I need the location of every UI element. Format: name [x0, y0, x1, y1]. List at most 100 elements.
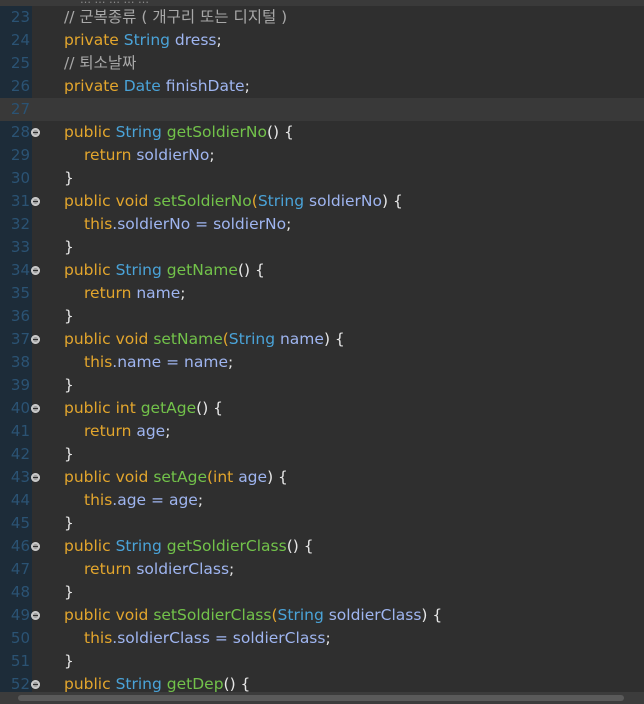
fold-collapse-icon[interactable]	[31, 335, 40, 344]
code-token: void	[115, 468, 154, 486]
code-line[interactable]: 39}	[0, 374, 644, 397]
code-token: .name =	[112, 353, 185, 371]
code-text: private String dress;	[64, 29, 222, 52]
code-line[interactable]: 24 private String dress;	[0, 29, 644, 52]
code-token: // 군복종류 ( 개구리 또는 디지털 )	[64, 8, 288, 26]
code-line[interactable]: 45}	[0, 512, 644, 535]
code-token: private	[64, 31, 124, 49]
fold-collapse-icon[interactable]	[31, 542, 40, 551]
code-line[interactable]: 47 return soldierClass;	[0, 558, 644, 581]
code-token: this	[84, 215, 113, 233]
line-number: 52	[10, 675, 30, 692]
scrollbar-thumb[interactable]	[18, 695, 624, 701]
fold-collapse-icon[interactable]	[31, 680, 40, 689]
code-line[interactable]: 23 // 군복종류 ( 개구리 또는 디지털 )	[0, 6, 644, 29]
code-text: public String getSoldierClass() {	[64, 535, 314, 558]
line-number: 32	[10, 215, 30, 233]
code-token: public	[64, 261, 116, 279]
code-token: }	[64, 376, 74, 394]
code-lines: 23 // 군복종류 ( 개구리 또는 디지털 ) 24 private String…	[0, 6, 644, 692]
line-number: 38	[10, 353, 30, 371]
code-token: age	[238, 468, 268, 486]
code-token: ) {	[323, 330, 345, 348]
code-text: public int getAge() {	[64, 397, 223, 420]
code-token: soldierNo	[309, 192, 383, 210]
line-number: 50	[10, 629, 30, 647]
code-token: finishDate	[165, 77, 245, 95]
code-token: public	[64, 399, 116, 417]
code-token: ;	[216, 31, 222, 49]
line-number: 47	[10, 560, 30, 578]
code-line[interactable]: 37 public void setName(String name) {	[0, 328, 644, 351]
line-number: 39	[10, 376, 30, 394]
code-text: public String getSoldierNo() {	[64, 121, 294, 144]
code-line[interactable]: 50 this.soldierClass = soldierClass;	[0, 627, 644, 650]
code-token: public	[64, 192, 116, 210]
code-token: void	[115, 606, 154, 624]
code-token: getSoldierNo	[166, 123, 267, 141]
code-line[interactable]: 25 // 퇴소날짜	[0, 52, 644, 75]
code-token: // 퇴소날짜	[64, 54, 137, 72]
code-text: // 퇴소날짜	[64, 52, 136, 75]
line-number: 33	[10, 238, 30, 256]
code-token: () {	[266, 123, 294, 141]
code-text: private Date finishDate;	[64, 75, 250, 98]
code-token: String	[115, 123, 167, 141]
code-line[interactable]: 29 return soldierNo;	[0, 144, 644, 167]
code-text: this.age = age;	[84, 489, 203, 512]
code-line[interactable]: 41 return age;	[0, 420, 644, 443]
code-line[interactable]: 44 this.age = age;	[0, 489, 644, 512]
code-line[interactable]: 40 public int getAge() {	[0, 397, 644, 420]
line-number: 29	[10, 146, 30, 164]
line-number: 24	[10, 31, 30, 49]
code-line[interactable]: 38 this.name = name;	[0, 351, 644, 374]
code-token: ;	[244, 77, 250, 95]
code-line[interactable]: 36}	[0, 305, 644, 328]
code-line[interactable]: 33}	[0, 236, 644, 259]
code-token: ;	[325, 629, 331, 647]
code-token: }	[64, 583, 74, 601]
code-token: public	[64, 606, 116, 624]
code-token: public	[64, 330, 116, 348]
code-token: this	[84, 353, 113, 371]
code-line[interactable]: 51}	[0, 650, 644, 673]
code-line[interactable]: 46 public String getSoldierClass() {	[0, 535, 644, 558]
code-token: String	[115, 537, 167, 555]
code-token: String	[123, 31, 175, 49]
fold-collapse-icon[interactable]	[31, 128, 40, 137]
code-token: ) {	[382, 192, 403, 210]
code-line[interactable]: 48}	[0, 581, 644, 604]
code-line[interactable]: 43 public void setAge(int age) {	[0, 466, 644, 489]
code-token: ) {	[267, 468, 288, 486]
code-line[interactable]: 52 public String getDep() {	[0, 673, 644, 692]
code-line[interactable]: 30}	[0, 167, 644, 190]
code-text: public String getName() {	[64, 259, 265, 282]
line-number: 48	[10, 583, 30, 601]
code-text: }	[64, 305, 74, 328]
fold-collapse-icon[interactable]	[31, 266, 40, 275]
fold-collapse-icon[interactable]	[31, 197, 40, 206]
code-token: soldierClass	[328, 606, 422, 624]
code-editor[interactable]: 23 // 군복종류 ( 개구리 또는 디지털 ) 24 private String…	[0, 6, 644, 692]
code-line[interactable]: 42}	[0, 443, 644, 466]
fold-collapse-icon[interactable]	[31, 611, 40, 620]
code-line[interactable]: 35 return name;	[0, 282, 644, 305]
code-token: name	[136, 284, 181, 302]
code-token: setAge	[153, 468, 207, 486]
line-number: 28	[10, 123, 30, 141]
line-number: 23	[10, 8, 30, 26]
code-token: public	[64, 537, 116, 555]
code-line[interactable]: 32 this.soldierNo = soldierNo;	[0, 213, 644, 236]
code-line[interactable]: 31 public void setSoldierNo(String soldie…	[0, 190, 644, 213]
fold-collapse-icon[interactable]	[31, 404, 40, 413]
code-token: int	[115, 399, 141, 417]
code-line[interactable]: 49 public void setSoldierClass(String sol…	[0, 604, 644, 627]
code-line[interactable]: 34 public String getName() {	[0, 259, 644, 282]
code-line[interactable]: 28 public String getSoldierNo() {	[0, 121, 644, 144]
code-line[interactable]: 27	[0, 98, 644, 121]
fold-collapse-icon[interactable]	[31, 473, 40, 482]
code-line[interactable]: 26 private Date finishDate;	[0, 75, 644, 98]
code-token: getName	[166, 261, 238, 279]
horizontal-scrollbar[interactable]	[0, 692, 644, 704]
code-token: name	[184, 353, 228, 371]
